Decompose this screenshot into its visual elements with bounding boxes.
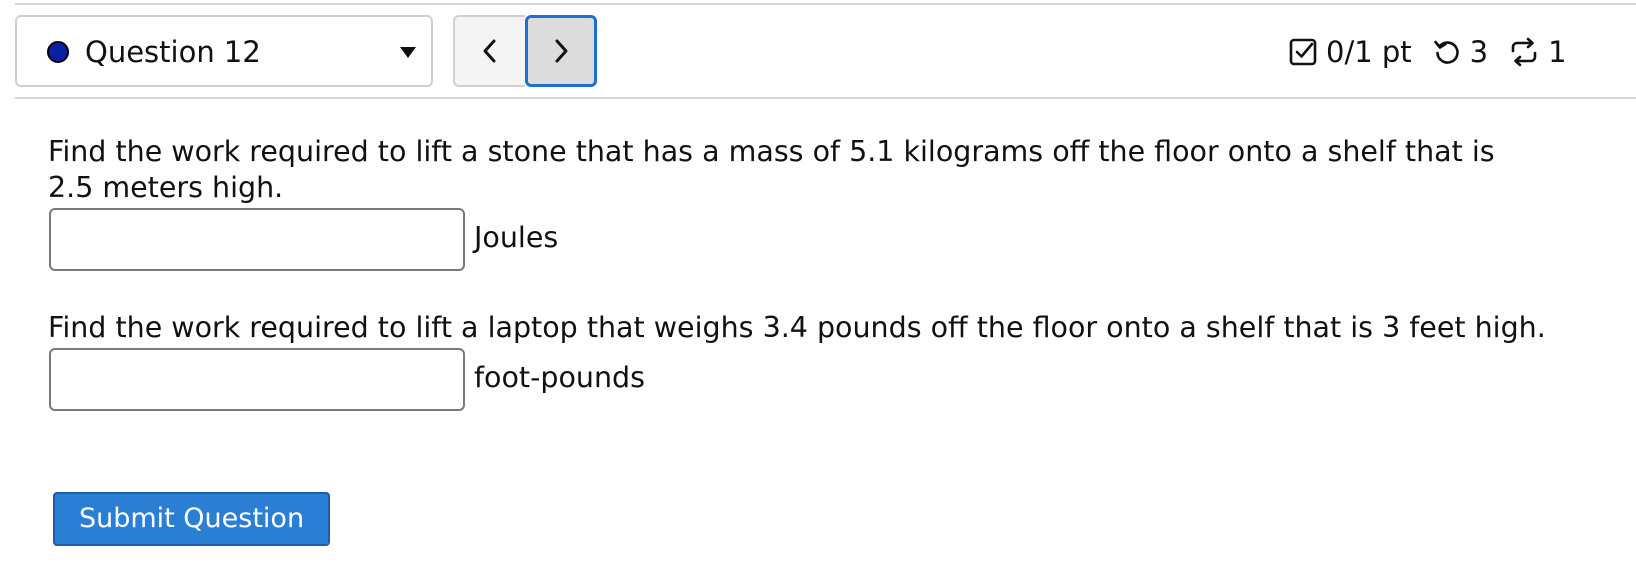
score-summary: 0/1 pt 3 1: [1288, 32, 1567, 72]
caret-down-icon: [400, 47, 416, 58]
chevron-right-icon: [555, 39, 568, 63]
answer-input-joules[interactable]: [49, 208, 465, 271]
previous-question-button[interactable]: [453, 15, 525, 87]
submissions-icon: [1511, 37, 1537, 67]
top-divider: [15, 3, 1636, 5]
question-status-dot: [47, 41, 69, 63]
next-question-button[interactable]: [525, 15, 597, 87]
retries-count: 3: [1469, 35, 1489, 69]
chevron-left-icon: [483, 39, 496, 63]
score-text: 0/1 pt: [1326, 35, 1412, 69]
retry-icon: [1433, 40, 1459, 64]
unit-label-joules: Joules: [474, 221, 559, 254]
question-label: Question 12: [85, 35, 261, 69]
submissions-count: 1: [1548, 35, 1567, 69]
answer-input-foot-pounds[interactable]: [49, 348, 465, 411]
unit-label-foot-pounds: foot-pounds: [474, 361, 645, 394]
question-part-1-text: Find the work required to lift a stone t…: [48, 135, 1495, 204]
question-part-2-text: Find the work required to lift a laptop …: [48, 311, 1546, 344]
checkbox-icon: [1289, 38, 1317, 66]
header-divider: [15, 97, 1636, 99]
question-selector[interactable]: Question 12: [15, 15, 433, 87]
submit-question-button[interactable]: Submit Question: [53, 492, 330, 546]
